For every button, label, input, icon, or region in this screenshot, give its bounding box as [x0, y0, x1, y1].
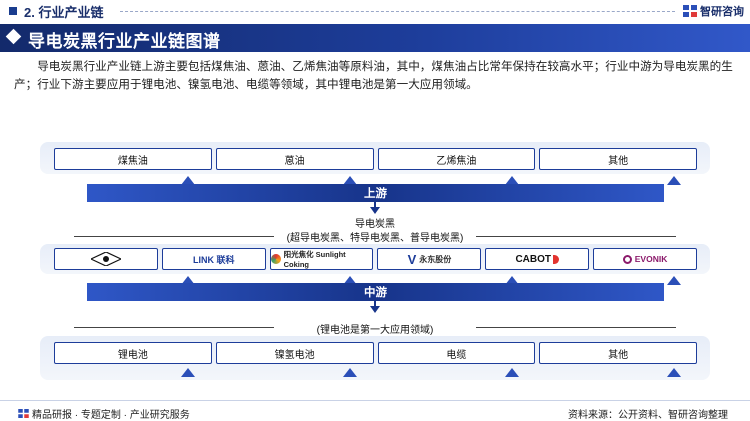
company-name: CABOT: [515, 253, 551, 265]
downstream-row: 锂电池 镍氢电池 电缆 其他: [54, 342, 697, 364]
footer: 精品研报 · 专题定制 · 产业研究服务 资料来源：公开资料、智研咨询整理: [0, 400, 750, 421]
up-arrow-icon: [667, 368, 681, 377]
up-arrow-icon: [667, 276, 681, 285]
upstream-row: 煤焦油 蒽油 乙烯焦油 其他: [54, 148, 697, 170]
upstream-item: 其他: [539, 148, 697, 170]
company-name: 永东股份: [419, 254, 452, 264]
midstream-band: 中游: [87, 283, 664, 301]
company-logo-sunlight: 阳光焦化 Sunlight Coking: [269, 248, 374, 270]
brand-name: 智研咨询: [700, 6, 744, 18]
footer-slogan: 精品研报 · 专题定制 · 产业研究服务: [32, 410, 190, 421]
down-arrow-icon: [370, 306, 380, 313]
diamond-icon: [5, 28, 22, 45]
downstream-item: 其他: [539, 342, 697, 364]
upstream-item: 蒽油: [215, 148, 374, 170]
footer-divider: [0, 400, 750, 401]
company-logo-yongdong: V 永东股份: [377, 248, 482, 270]
divider-line: [476, 236, 676, 237]
intro-paragraph: 导电炭黑行业产业链上游主要包括煤焦油、蒽油、乙烯焦油等原料油，其中，煤焦油占比常…: [14, 60, 733, 91]
up-arrow-icon: [505, 368, 519, 377]
company-logo-evonik: EVONIK: [593, 248, 697, 270]
up-arrow-icon: [181, 368, 195, 377]
header-divider: [120, 11, 675, 12]
sunlight-mark-icon: [270, 254, 281, 264]
cabot-mark-icon: [553, 254, 559, 264]
emblem-icon: [90, 252, 121, 266]
brand-mark-icon: [18, 409, 29, 418]
title-bar: 导电炭黑行业产业链图谱: [0, 24, 750, 52]
company-name: LINK 联科: [192, 254, 235, 265]
section-marker: [9, 7, 17, 15]
company-name: 阳光焦化 Sunlight Coking: [283, 250, 346, 269]
company-logo-link: LINK 联科: [161, 248, 266, 270]
up-arrow-icon: [343, 368, 357, 377]
section-title: 2. 行业产业链: [24, 5, 104, 20]
brand-logo: 智研咨询: [683, 4, 744, 18]
upstream-item: 乙烯焦油: [377, 148, 536, 170]
upstream-band: 上游: [87, 184, 664, 202]
v-mark-icon: V: [407, 251, 417, 267]
company-name: EVONIK: [634, 254, 668, 264]
downstream-item: 锂电池: [54, 342, 212, 364]
brand-mark-icon: [683, 5, 697, 17]
upstream-item: 煤焦油: [54, 148, 212, 170]
divider-line: [476, 327, 676, 328]
footer-left: 精品研报 · 专题定制 · 产业研究服务: [18, 406, 190, 421]
footer-source: 资料来源：公开资料、智研咨询整理: [568, 410, 728, 421]
top-bar: 2. 行业产业链 智研咨询: [0, 0, 750, 22]
company-logo-cabot: CABOT: [485, 248, 590, 270]
down-arrow-icon: [370, 207, 380, 214]
page-title: 导电炭黑行业产业链图谱: [28, 32, 221, 51]
downstream-note: (锂电池是第一大应用领域): [316, 325, 434, 336]
divider-line: [74, 236, 274, 237]
company-logo-emblem: [54, 248, 158, 270]
up-arrow-icon: [667, 176, 681, 185]
mid-product: 导电炭黑: [355, 219, 395, 230]
downstream-item: 电缆: [377, 342, 536, 364]
company-logos: LINK 联科 阳光焦化 Sunlight Coking V 永东股份 CABO…: [54, 248, 697, 270]
evonik-mark-icon: [622, 254, 632, 264]
downstream-item: 镍氢电池: [215, 342, 374, 364]
